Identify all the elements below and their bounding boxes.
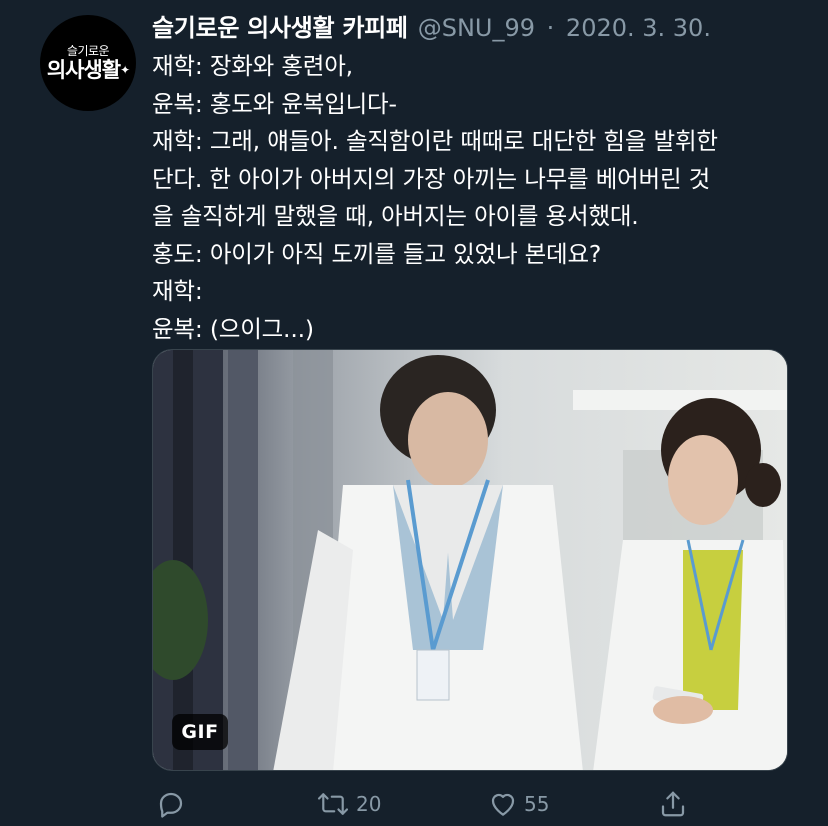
heart-icon xyxy=(491,793,515,816)
avatar-line1: 슬기로운 xyxy=(66,43,110,58)
tweet-line: 재학: 장화와 홍련아, xyxy=(152,52,353,80)
reply-button[interactable] xyxy=(156,786,186,822)
separator-dot: · xyxy=(546,14,555,42)
tweet-text: 재학: 장화와 홍련아, 윤복: 홍도와 윤복입니다- 재학: 그래, 얘들아.… xyxy=(152,48,812,348)
sparkle-icon: ✦ xyxy=(120,62,130,77)
author-handle[interactable]: @SNU_99 xyxy=(418,14,535,42)
avatar[interactable]: 슬기로운 의사생활✦ xyxy=(40,15,136,111)
gif-frame-illustration xyxy=(153,350,787,770)
tweet-line: 재학: xyxy=(152,277,203,305)
tweet-line: 재학: 그래, 얘들아. 솔직함이란 때때로 대단한 힘을 발휘한 xyxy=(152,127,718,155)
tweet-date[interactable]: 2020. 3. 30. xyxy=(566,14,711,42)
tweet-header: 슬기로운 의사생활 카피페 @SNU_99 · 2020. 3. 30. xyxy=(152,10,711,46)
tweet-line: 단다. 한 아이가 아버지의 가장 아끼는 나무를 베어버린 것 xyxy=(152,164,711,193)
tweet-line: 을 솔직하게 말했을 때, 아버지는 아이를 용서했대. xyxy=(152,202,639,230)
reply-icon xyxy=(159,792,183,818)
gif-badge: GIF xyxy=(172,714,228,750)
tweet: 슬기로운 의사생활✦ 슬기로운 의사생활 카피페 @SNU_99 · 2020. … xyxy=(0,0,828,826)
like-count: 55 xyxy=(524,792,550,816)
tweet-line: 윤복: (으이그...) xyxy=(152,314,314,343)
avatar-line2: 의사생활 xyxy=(46,57,121,82)
tweet-line: 윤복: 홍도와 윤복입니다- xyxy=(152,89,397,118)
tweet-line: 홍도: 아이가 아직 도끼를 들고 있었나 본데요? xyxy=(152,239,602,268)
author-display-name[interactable]: 슬기로운 의사생활 카피페 xyxy=(152,14,408,42)
retweet-count: 20 xyxy=(356,792,382,816)
share-icon xyxy=(661,791,685,817)
retweet-icon xyxy=(317,793,349,815)
share-button[interactable] xyxy=(658,786,688,822)
retweet-button[interactable]: 20 xyxy=(316,786,381,822)
like-button[interactable]: 55 xyxy=(488,786,549,822)
tweet-actions: 20 55 xyxy=(152,786,712,822)
gif-media[interactable] xyxy=(152,349,788,771)
